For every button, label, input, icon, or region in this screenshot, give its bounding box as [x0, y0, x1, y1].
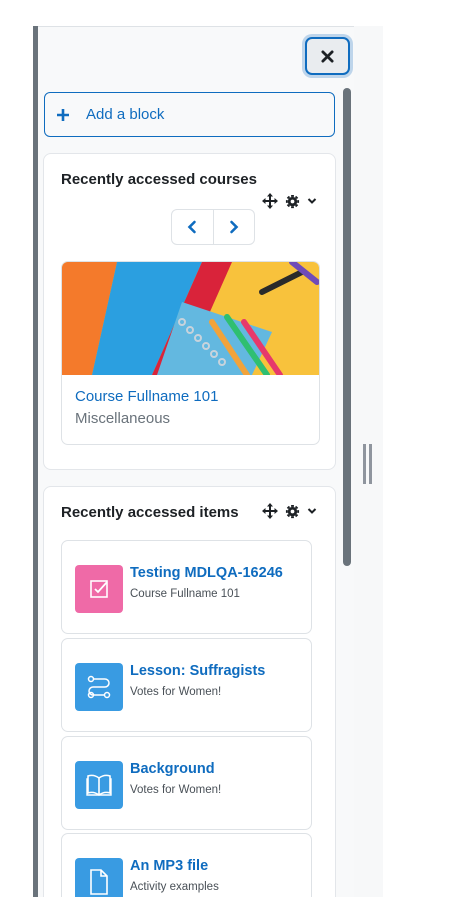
recent-item[interactable]: Lesson: Suffragists Votes for Women! — [61, 638, 312, 732]
recent-item-name[interactable]: Lesson: Suffragists — [130, 663, 265, 679]
assignment-icon — [75, 565, 123, 613]
file-icon — [75, 858, 123, 897]
recent-item-course: Activity examples — [130, 881, 219, 893]
course-image[interactable] — [62, 262, 320, 375]
block-controls — [262, 503, 317, 519]
chevron-down-icon[interactable] — [307, 506, 317, 516]
recent-item-course: Votes for Women! — [130, 686, 222, 698]
add-block-label: Add a block — [86, 106, 165, 123]
recent-items-block: Recently accessed items Testing MDLQA-16… — [43, 486, 336, 897]
book-icon — [75, 761, 123, 809]
course-card[interactable]: Course Fullname 101 Miscellaneous — [61, 261, 320, 445]
recent-item-name[interactable]: An MP3 file — [130, 858, 208, 874]
course-pager — [171, 209, 255, 245]
chevron-down-icon[interactable] — [307, 196, 317, 206]
drawer-resize-handle[interactable] — [363, 444, 373, 484]
lesson-icon — [75, 663, 123, 711]
gear-icon[interactable] — [285, 194, 300, 209]
next-page-button[interactable] — [214, 210, 255, 244]
plus-icon — [57, 108, 69, 121]
recent-items-title: Recently accessed items — [61, 504, 239, 521]
close-icon — [321, 49, 334, 63]
recent-item[interactable]: An MP3 file Activity examples — [61, 833, 312, 897]
recent-item-name[interactable]: Testing MDLQA-16246 — [130, 565, 283, 581]
recent-item-course: Votes for Women! — [130, 784, 222, 796]
recent-courses-title: Recently accessed courses — [61, 171, 257, 188]
recent-courses-block: Recently accessed courses Course Fullnam… — [43, 153, 336, 470]
previous-page-button[interactable] — [172, 210, 214, 244]
page: Add a block Recently accessed courses Co… — [0, 0, 469, 897]
course-category: Miscellaneous — [75, 410, 171, 427]
block-controls — [262, 193, 317, 209]
recent-item-course: Course Fullname 101 — [130, 588, 240, 600]
move-icon[interactable] — [262, 503, 278, 519]
close-drawer-button[interactable] — [305, 37, 350, 75]
chevron-right-icon — [229, 220, 239, 234]
course-name-link[interactable]: Course Fullname 101 — [75, 388, 218, 405]
recent-item[interactable]: Background Votes for Women! — [61, 736, 312, 830]
chevron-left-icon — [187, 220, 197, 234]
add-block-button[interactable]: Add a block — [44, 92, 335, 137]
recent-item[interactable]: Testing MDLQA-16246 Course Fullname 101 — [61, 540, 312, 634]
move-icon[interactable] — [262, 193, 278, 209]
gear-icon[interactable] — [285, 504, 300, 519]
recent-item-name[interactable]: Background — [130, 761, 215, 777]
drawer-scrollbar[interactable] — [343, 88, 351, 566]
